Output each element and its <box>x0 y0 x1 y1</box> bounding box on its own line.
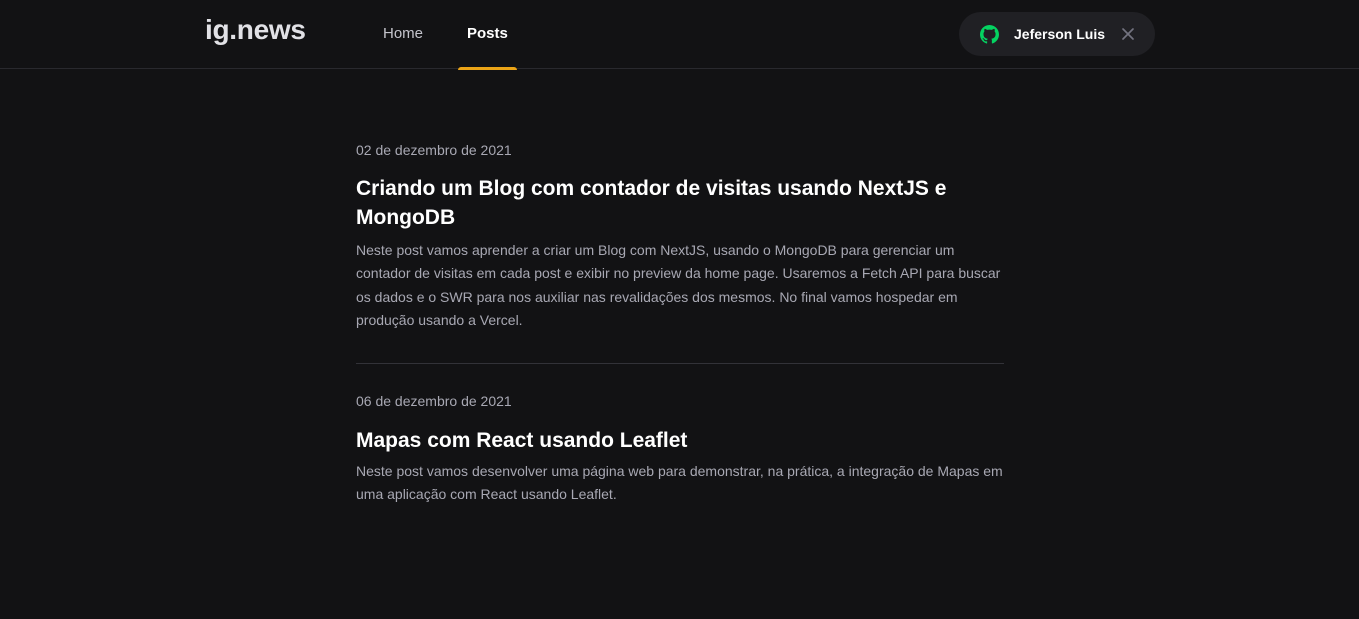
post-excerpt: Neste post vamos desenvolver uma página … <box>356 462 1003 503</box>
logo[interactable]: ig.news <box>205 14 306 46</box>
post-date: 06 de dezembro de 2021 <box>356 392 512 409</box>
main-nav: Home Posts <box>374 0 543 70</box>
post-date: 02 de dezembro de 2021 <box>356 142 512 158</box>
nav-link-home[interactable]: Home <box>374 0 432 69</box>
user-name: Jeferson Luis <box>1014 26 1106 42</box>
nav-link-posts[interactable]: Posts <box>458 0 517 70</box>
github-icon <box>980 24 999 44</box>
post-title[interactable]: Criando um Blog com contador de visitas … <box>356 174 1004 232</box>
close-icon[interactable] <box>1121 27 1135 41</box>
sign-out-button[interactable]: Jeferson Luis <box>959 12 1155 56</box>
post-item[interactable]: 02 de dezembro de 2021 Criando um Blog c… <box>356 69 1004 363</box>
site-header: ig.news Home Posts Jeferson Luis <box>0 0 1359 70</box>
post-item[interactable]: 06 de dezembro de 2021 Mapas com React u… <box>356 362 1004 507</box>
post-title[interactable]: Mapas com React usando Leaflet <box>356 426 1004 455</box>
posts-list: 02 de dezembro de 2021 Criando um Blog c… <box>356 69 1004 506</box>
post-excerpt: Neste post vamos aprender a criar um Blo… <box>356 242 1001 329</box>
